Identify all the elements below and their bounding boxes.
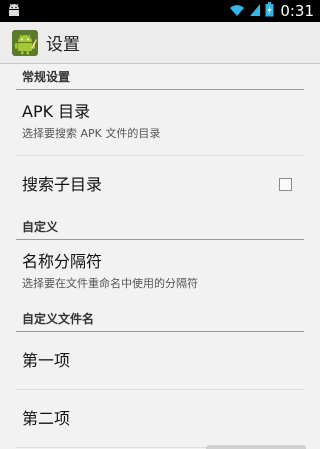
first-item-preference[interactable]: 第一项 xyxy=(16,332,304,390)
page-title: 设置 xyxy=(46,35,80,55)
pref-title: 第二项 xyxy=(22,408,71,428)
pref-title: 第一项 xyxy=(22,350,71,370)
search-subdirectories-preference[interactable]: 搜索子目录 xyxy=(16,156,304,214)
category-header-general: 常规设置 xyxy=(16,64,304,90)
status-bar: 0:31 xyxy=(0,0,320,22)
pref-summary: 选择要在文件重命名中使用的分隔符 xyxy=(22,277,198,290)
category-header-custom: 自定义 xyxy=(16,214,304,240)
status-time: 0:31 xyxy=(280,2,314,20)
pref-title: 名称分隔符 xyxy=(22,252,103,271)
android-notification-icon xyxy=(6,2,22,21)
name-separator-preference[interactable]: 名称分隔符 选择要在文件重命名中使用的分隔符 xyxy=(16,240,304,306)
action-bar: 设置 xyxy=(0,22,320,64)
pref-summary: 选择要搜索 APK 文件的目录 xyxy=(22,127,161,140)
signal-icon xyxy=(249,2,261,21)
category-header-custom-filename: 自定义文件名 xyxy=(16,306,304,332)
pref-title: APK 目录 xyxy=(22,102,91,121)
search-subdirectories-checkbox[interactable] xyxy=(279,178,292,191)
wifi-icon xyxy=(229,2,245,21)
toast-edge xyxy=(206,445,306,449)
apk-directory-preference[interactable]: APK 目录 选择要搜索 APK 文件的目录 xyxy=(16,90,304,156)
second-item-preference[interactable]: 第二项 xyxy=(16,390,304,448)
battery-icon xyxy=(265,1,274,21)
preference-list: 常规设置 APK 目录 选择要搜索 APK 文件的目录 搜索子目录 自定义 名称… xyxy=(0,64,320,448)
android-robot-icon[interactable] xyxy=(12,29,38,56)
pref-title: 搜索子目录 xyxy=(22,175,103,194)
